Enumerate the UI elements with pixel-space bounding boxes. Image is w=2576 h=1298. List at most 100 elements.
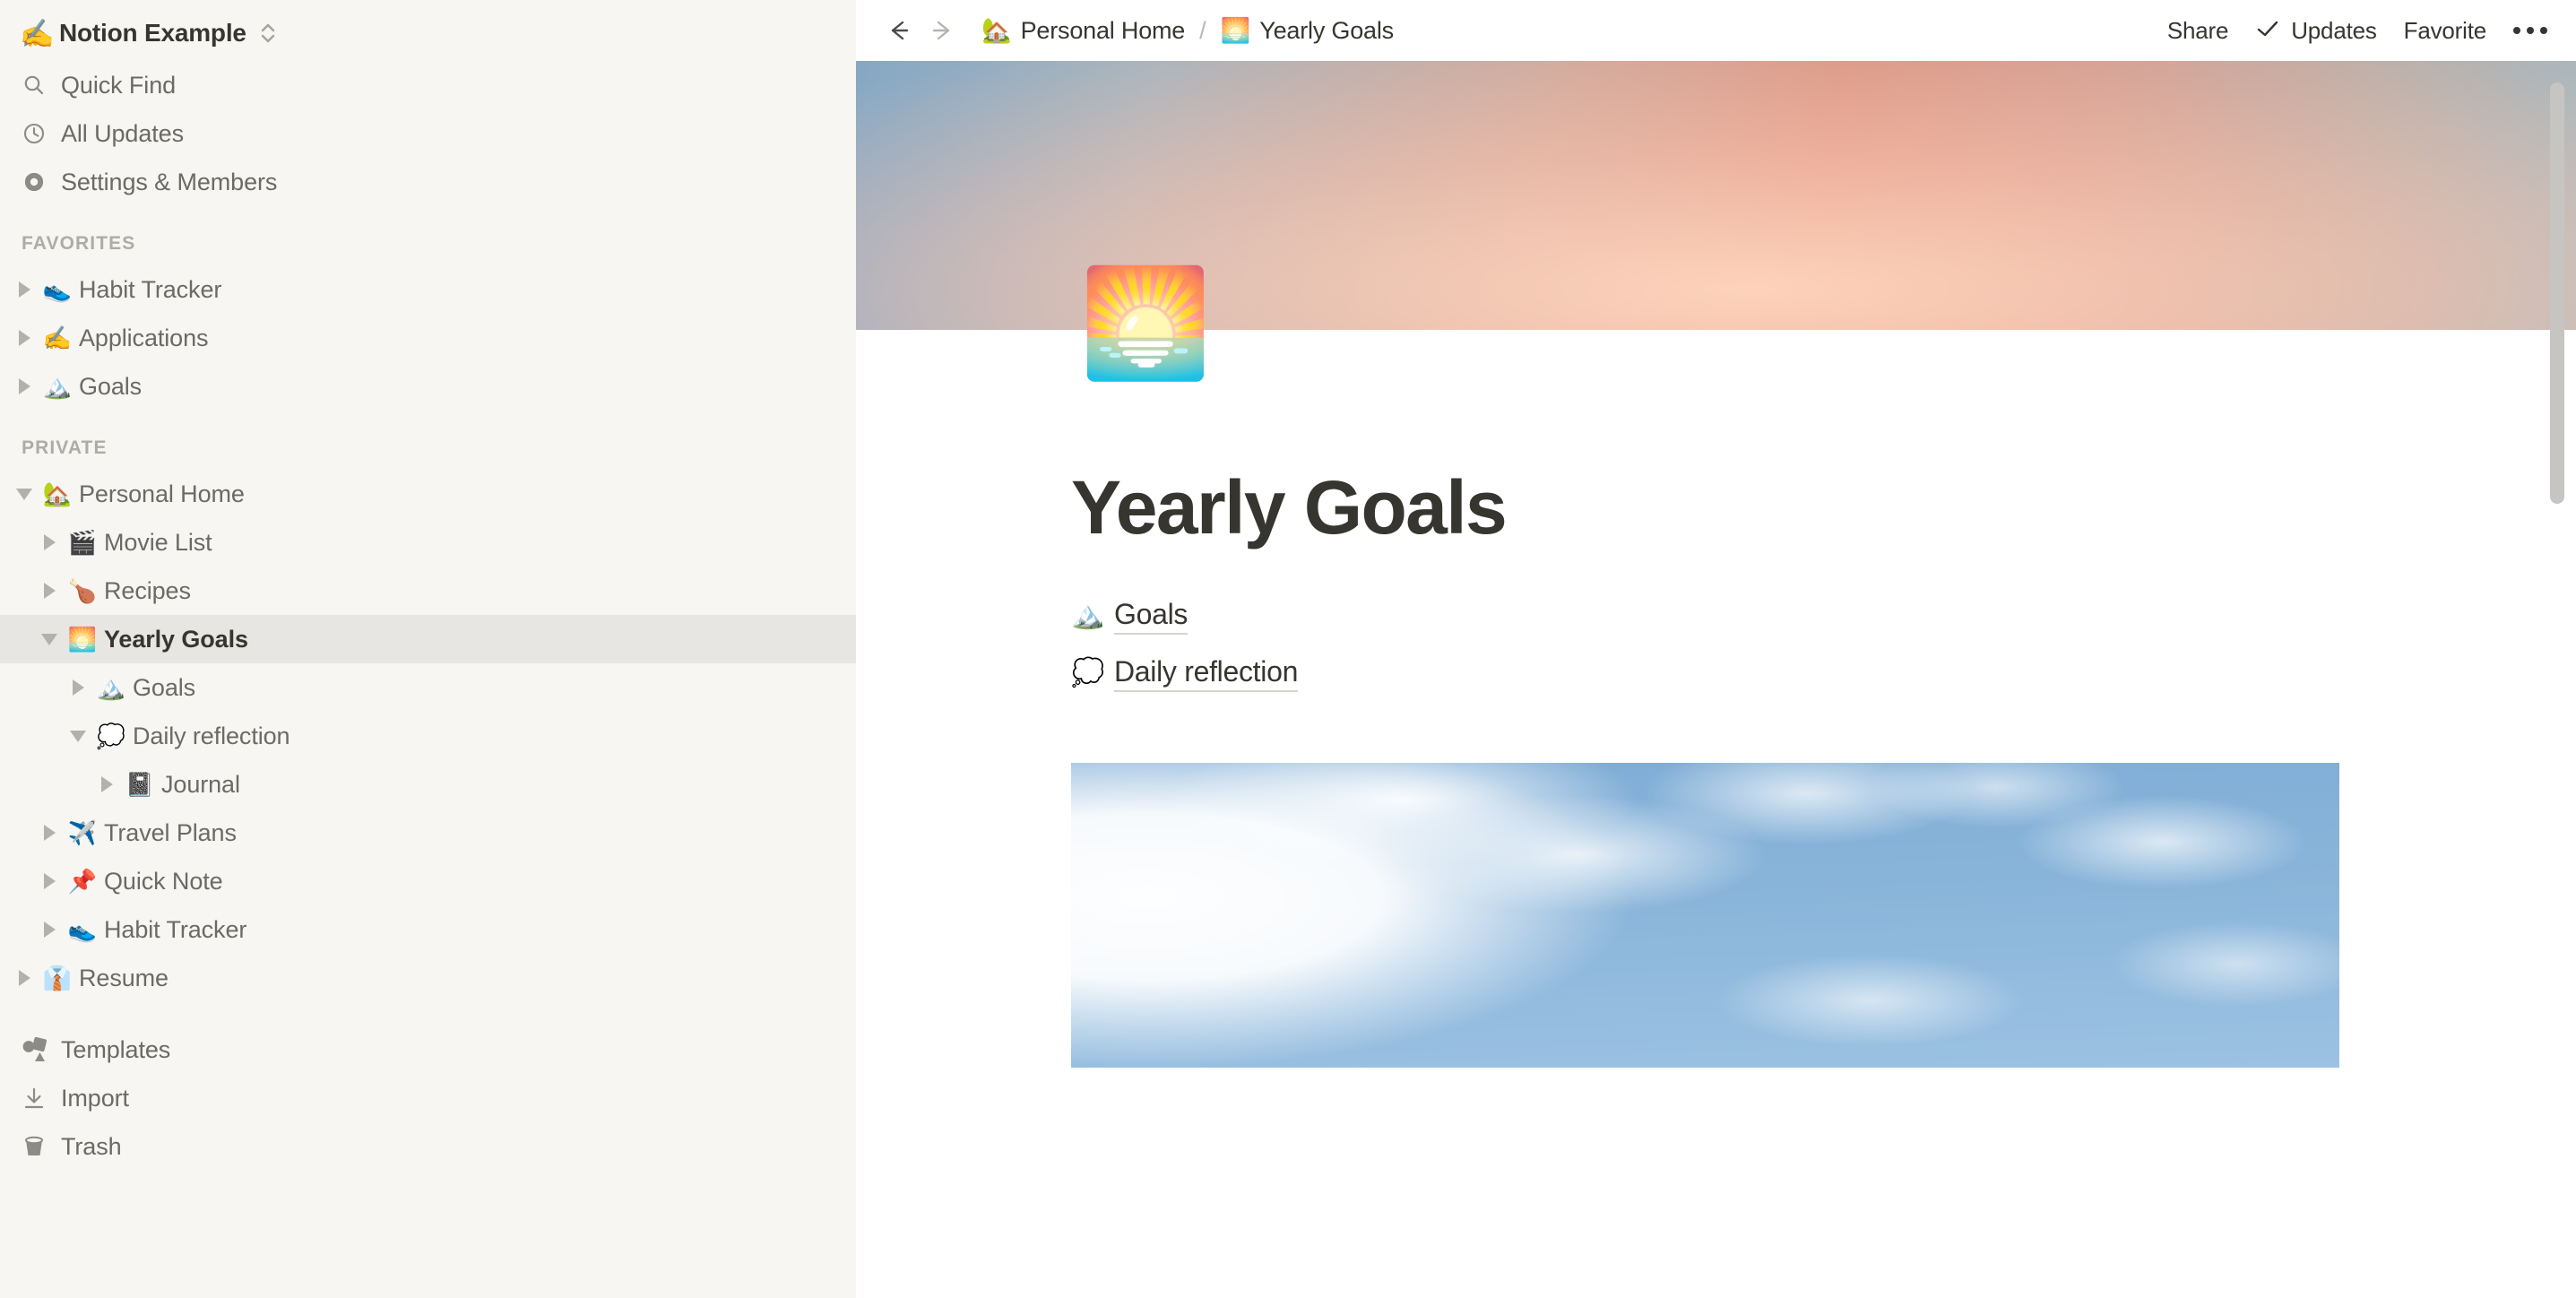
page-title[interactable]: Yearly Goals (1071, 330, 2576, 551)
favorite-button[interactable]: Favorite (2404, 17, 2487, 45)
templates-icon (22, 1037, 61, 1062)
share-button[interactable]: Share (2166, 16, 2229, 45)
vertical-scrollbar[interactable] (2547, 61, 2567, 1298)
page-emoji: 📓 (125, 771, 155, 798)
sidebar-favorite-goals[interactable]: 🏔️ Goals (0, 362, 856, 411)
expand-triangle-icon[interactable] (34, 825, 65, 841)
sidebar-item-all-updates[interactable]: All Updates (0, 109, 856, 158)
sidebar-item-label: Templates (61, 1035, 171, 1063)
collapse-triangle-icon[interactable] (34, 633, 65, 645)
page-link-list: 🏔️ Goals 💭 Daily reflection (1071, 587, 2576, 702)
sidebar-page-travel-plans[interactable]: ✈️ Travel Plans (0, 809, 856, 857)
page-link-daily-reflection[interactable]: 💭 Daily reflection (1071, 645, 2576, 702)
clock-icon (22, 121, 61, 146)
sidebar-bottom-nav: Templates Import Trash (0, 1025, 856, 1171)
expand-triangle-icon[interactable] (9, 970, 39, 986)
sidebar-item-label: Applications (79, 324, 209, 351)
expand-triangle-icon[interactable] (34, 922, 65, 938)
breadcrumb-item-yearly-goals[interactable]: 🌅 Yearly Goals (1220, 16, 1395, 45)
import-icon (22, 1086, 61, 1111)
sidebar-item-settings-members[interactable]: Settings & Members (0, 158, 856, 206)
page-emoji: 🏔️ (42, 373, 73, 400)
sidebar-favorite-applications[interactable]: ✍️ Applications (0, 314, 856, 362)
sidebar-item-label: Settings & Members (61, 168, 278, 195)
sidebar-item-label: Resume (79, 964, 169, 991)
share-label: Share (2166, 16, 2229, 44)
top-bar: 🏡 Personal Home / 🌅 Yearly Goals Share U… (856, 0, 2576, 61)
expand-triangle-icon[interactable] (34, 583, 65, 599)
sidebar-page-habit-tracker[interactable]: 👟 Habit Tracker (0, 905, 856, 954)
expand-triangle-icon[interactable] (9, 330, 39, 346)
breadcrumb-label: Personal Home (1020, 16, 1186, 44)
page-link-label: Daily reflection (1114, 655, 1298, 692)
favorites-section-header: FAVORITES (22, 233, 136, 254)
sky-image-block[interactable] (1071, 763, 2339, 1068)
page-emoji: 🍗 (67, 577, 98, 604)
collapse-triangle-icon[interactable] (63, 730, 93, 742)
updates-button[interactable]: Updates (2255, 16, 2377, 45)
sidebar-page-daily-reflection[interactable]: 💭 Daily reflection (0, 712, 856, 760)
sidebar-page-journal[interactable]: 📓 Journal (0, 760, 856, 809)
page-emoji: 💭 (96, 723, 126, 749)
expand-triangle-icon[interactable] (34, 534, 65, 550)
top-bar-actions: Share Updates Favorite (2167, 17, 2576, 45)
ellipsis-icon[interactable] (2513, 27, 2547, 34)
page-emoji: ✈️ (67, 819, 98, 846)
chevron-updown-icon[interactable] (259, 20, 277, 47)
expand-triangle-icon[interactable] (9, 378, 39, 394)
arrow-right-icon[interactable] (928, 17, 958, 44)
page-emoji: 🎬 (67, 529, 98, 556)
collapse-triangle-icon[interactable] (9, 488, 39, 500)
page-emoji: 📌 (67, 868, 98, 895)
sidebar-item-label: Trash (61, 1132, 122, 1160)
sidebar-item-label: Yearly Goals (104, 625, 248, 653)
page-emoji: 🌅 (1220, 16, 1251, 44)
history-navigation (883, 17, 958, 44)
expand-triangle-icon[interactable] (63, 679, 93, 696)
sidebar-favorite-habit-tracker[interactable]: 👟 Habit Tracker (0, 265, 856, 314)
sidebar-item-label: Quick Find (61, 71, 177, 99)
sidebar-item-label: Travel Plans (104, 818, 237, 846)
sidebar-page-quick-note[interactable]: 📌 Quick Note (0, 857, 856, 905)
updates-label: Updates (2291, 16, 2377, 44)
sidebar-item-label: Habit Tracker (104, 915, 247, 943)
arrow-left-icon[interactable] (883, 17, 913, 44)
page-emoji: 🏔️ (96, 674, 126, 701)
expand-triangle-icon[interactable] (9, 281, 39, 298)
page-icon[interactable]: 🌅 (1076, 255, 1215, 393)
page-emoji: 🌅 (67, 626, 98, 653)
expand-triangle-icon[interactable] (34, 873, 65, 889)
search-icon (22, 73, 61, 98)
page-emoji: 🏡 (42, 480, 73, 507)
workspace-name: Notion Example (59, 19, 246, 47)
sidebar-item-label: Personal Home (79, 480, 245, 507)
sidebar-page-resume[interactable]: 👔 Resume (0, 954, 856, 1002)
sidebar-item-label: All Updates (61, 119, 184, 147)
page-link-goals[interactable]: 🏔️ Goals (1071, 587, 2576, 645)
sidebar-item-quick-find[interactable]: Quick Find (0, 61, 856, 109)
page-emoji: 👟 (67, 916, 98, 943)
sidebar-page-goals[interactable]: 🏔️ Goals (0, 663, 856, 712)
scrollbar-thumb[interactable] (2550, 82, 2564, 504)
sidebar-item-templates[interactable]: Templates (0, 1025, 856, 1074)
sidebar-page-yearly-goals[interactable]: 🌅 Yearly Goals (0, 615, 856, 663)
sidebar-item-label: Goals (79, 372, 143, 400)
sidebar-item-label: Daily reflection (133, 722, 290, 749)
workspace-switcher[interactable]: ✍️ Notion Example (0, 5, 856, 61)
page-emoji: 🏡 (981, 16, 1012, 44)
page-emoji: 👟 (42, 276, 73, 303)
sidebar-page-personal-home[interactable]: 🏡 Personal Home (0, 470, 856, 518)
sidebar-item-import[interactable]: Import (0, 1074, 856, 1122)
private-section-header: PRIVATE (22, 437, 108, 458)
page-link-label: Goals (1114, 598, 1188, 635)
breadcrumb-item-personal-home[interactable]: 🏡 Personal Home (981, 17, 1185, 45)
sidebar-page-movie-list[interactable]: 🎬 Movie List (0, 518, 856, 567)
sidebar: ✍️ Notion Example Quick Find All Updates… (0, 0, 856, 1298)
sidebar-page-recipes[interactable]: 🍗 Recipes (0, 567, 856, 615)
expand-triangle-icon[interactable] (91, 776, 122, 792)
sidebar-item-trash[interactable]: Trash (0, 1122, 856, 1171)
page-emoji: 👔 (42, 965, 73, 991)
sidebar-item-label: Journal (161, 770, 240, 798)
sidebar-item-label: Import (61, 1084, 129, 1112)
trash-icon (22, 1134, 61, 1159)
